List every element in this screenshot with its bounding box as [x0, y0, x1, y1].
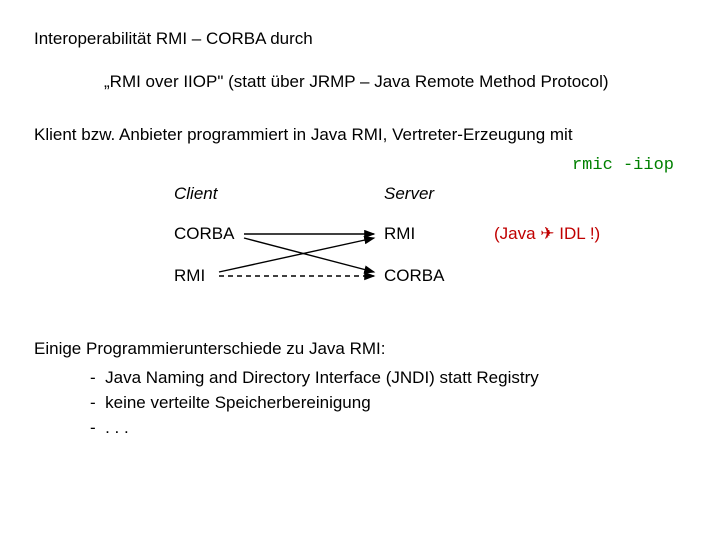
- quote-line: „RMI over IIOP" (statt über JRMP – Java …: [104, 71, 694, 94]
- diagram-arrows: [34, 184, 694, 314]
- klient-line: Klient bzw. Anbieter programmiert in Jav…: [34, 124, 694, 147]
- list-item: . . .: [90, 417, 694, 440]
- diff-bullets: Java Naming and Directory Interface (JND…: [90, 367, 694, 440]
- diff-heading: Einige Programmierunterschiede zu Java R…: [34, 338, 694, 361]
- rmic-command: rmic -iiop: [572, 156, 674, 175]
- list-item: keine verteilte Speicherbereinigung: [90, 392, 694, 415]
- diagram-area: Client Server CORBA RMI RMI CORBA (Java …: [34, 184, 694, 314]
- list-item: Java Naming and Directory Interface (JND…: [90, 367, 694, 390]
- title-line: Interoperabilität RMI – CORBA durch: [34, 28, 694, 51]
